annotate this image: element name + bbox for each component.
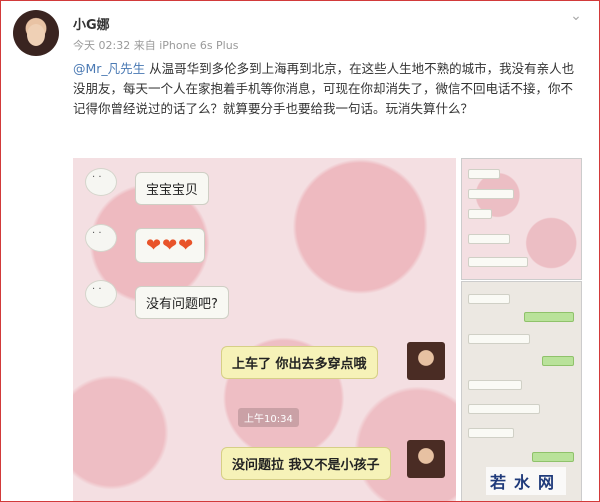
mini-bubble	[468, 428, 514, 438]
chat-thumbnail[interactable]	[461, 158, 582, 280]
chat-bubble: 没有问题吧?	[135, 286, 229, 319]
chevron-down-icon[interactable]: ⌄	[567, 7, 585, 25]
username[interactable]: 小G娜	[73, 14, 110, 33]
user-avatar[interactable]	[13, 10, 59, 56]
mention-link[interactable]: @Mr_凡先生	[73, 61, 145, 76]
weibo-post-card: 小G娜 今天 02:32 来自 iPhone 6s Plus ⌄ @Mr_凡先生…	[0, 0, 600, 502]
mini-bubble	[468, 209, 492, 219]
mini-bubble	[468, 334, 530, 344]
mini-bubble	[468, 189, 514, 199]
mini-bubble	[532, 452, 574, 462]
mini-bubble	[468, 380, 522, 390]
cat-avatar	[85, 280, 117, 308]
chat-bubble: 宝宝宝贝	[135, 172, 210, 205]
chat-bubble: 没问题拉 我又不是小孩子	[221, 447, 391, 480]
mini-bubble	[468, 234, 510, 244]
hearts-bubble: ❤❤❤	[135, 228, 206, 263]
post-text: @Mr_凡先生 从温哥华到多伦多到上海再到北京，在这些人生地不熟的城市，我没有亲…	[73, 59, 585, 119]
chat-bubble: 上车了 你出去多穿点哦	[221, 346, 378, 379]
cat-avatar	[85, 168, 117, 196]
chat-screenshot[interactable]: 宝宝宝贝 ❤❤❤ 没有问题吧? 上车了 你出去多穿点哦 上午10:34 没问题拉…	[73, 158, 456, 501]
mini-bubble	[468, 294, 510, 304]
mini-bubble	[468, 257, 528, 267]
mini-bubble	[542, 356, 574, 366]
girl-avatar	[407, 440, 445, 478]
site-watermark: 若水网	[486, 467, 567, 495]
mini-bubble	[468, 404, 540, 414]
cat-avatar	[85, 224, 117, 252]
post-body: 从温哥华到多伦多到上海再到北京，在这些人生地不熟的城市，我没有亲人也没朋友，每天…	[73, 61, 575, 116]
girl-avatar	[407, 342, 445, 380]
chat-timestamp: 上午10:34	[238, 408, 299, 427]
post-meta: 今天 02:32 来自 iPhone 6s Plus	[73, 39, 239, 52]
mini-bubble	[468, 169, 500, 179]
mini-bubble	[524, 312, 574, 322]
